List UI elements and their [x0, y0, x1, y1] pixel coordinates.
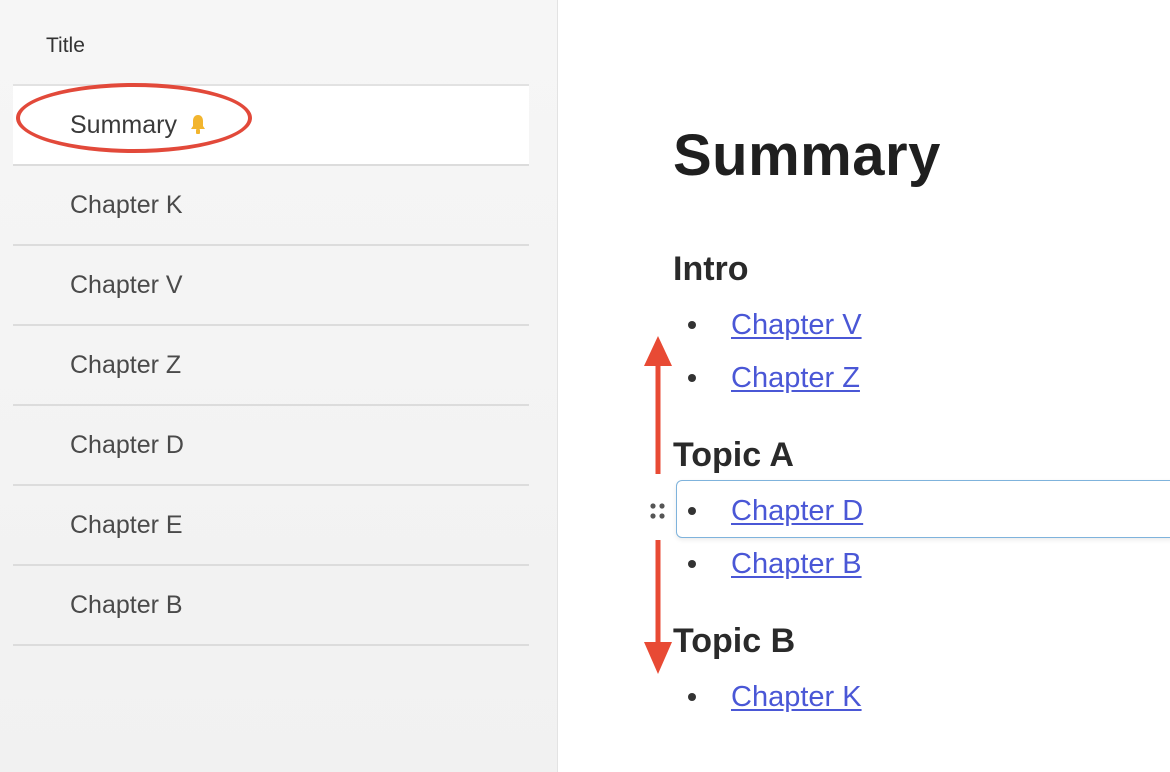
arrow-down-icon	[644, 540, 672, 674]
sidebar-item-label: Chapter D	[70, 430, 184, 459]
bullet-icon	[688, 693, 696, 701]
bullet-icon	[688, 321, 696, 329]
section-heading-topic-a: Topic A	[673, 436, 794, 474]
bullet-icon	[688, 507, 696, 515]
sidebar-item-label: Chapter K	[70, 190, 183, 219]
bullet-icon	[688, 560, 696, 568]
sidebar-item-label: Chapter Z	[70, 350, 182, 379]
chapter-link[interactable]: Chapter K	[731, 681, 862, 714]
sidebar-item-label: Chapter V	[70, 270, 183, 299]
sidebar-item-label: Chapter B	[70, 590, 183, 619]
chapter-link[interactable]: Chapter D	[731, 495, 863, 528]
chapter-link[interactable]: Chapter V	[731, 309, 862, 342]
section-heading-topic-b: Topic B	[673, 622, 796, 660]
arrow-up-icon	[644, 336, 672, 474]
sidebar-item-summary[interactable]: Summary	[13, 86, 529, 166]
sidebar-item-label: Chapter E	[70, 510, 183, 539]
sidebar: Title Summary Chapter K Chapter V Chapte…	[0, 0, 558, 772]
bell-icon	[190, 115, 205, 134]
chapter-link[interactable]: Chapter B	[731, 548, 862, 581]
sidebar-item-chapter-k[interactable]: Chapter K	[13, 166, 529, 246]
bullet-icon	[688, 374, 696, 382]
chapter-link[interactable]: Chapter Z	[731, 362, 860, 395]
drag-handle-icon[interactable]	[648, 500, 668, 522]
sidebar-item-label: Summary	[70, 110, 177, 139]
sidebar-item-chapter-b[interactable]: Chapter B	[13, 566, 529, 646]
sidebar-title: Title	[46, 34, 85, 57]
sidebar-item-chapter-z[interactable]: Chapter Z	[13, 326, 529, 406]
section-heading-intro: Intro	[673, 250, 749, 288]
main-content: Summary Intro Chapter V Chapter Z Topic …	[558, 0, 1170, 772]
page-title: Summary	[673, 123, 941, 188]
sidebar-item-chapter-d[interactable]: Chapter D	[13, 406, 529, 486]
sidebar-nav: Summary Chapter K Chapter V Chapter Z Ch…	[13, 84, 529, 646]
sidebar-item-chapter-v[interactable]: Chapter V	[13, 246, 529, 326]
sidebar-item-chapter-e[interactable]: Chapter E	[13, 486, 529, 566]
